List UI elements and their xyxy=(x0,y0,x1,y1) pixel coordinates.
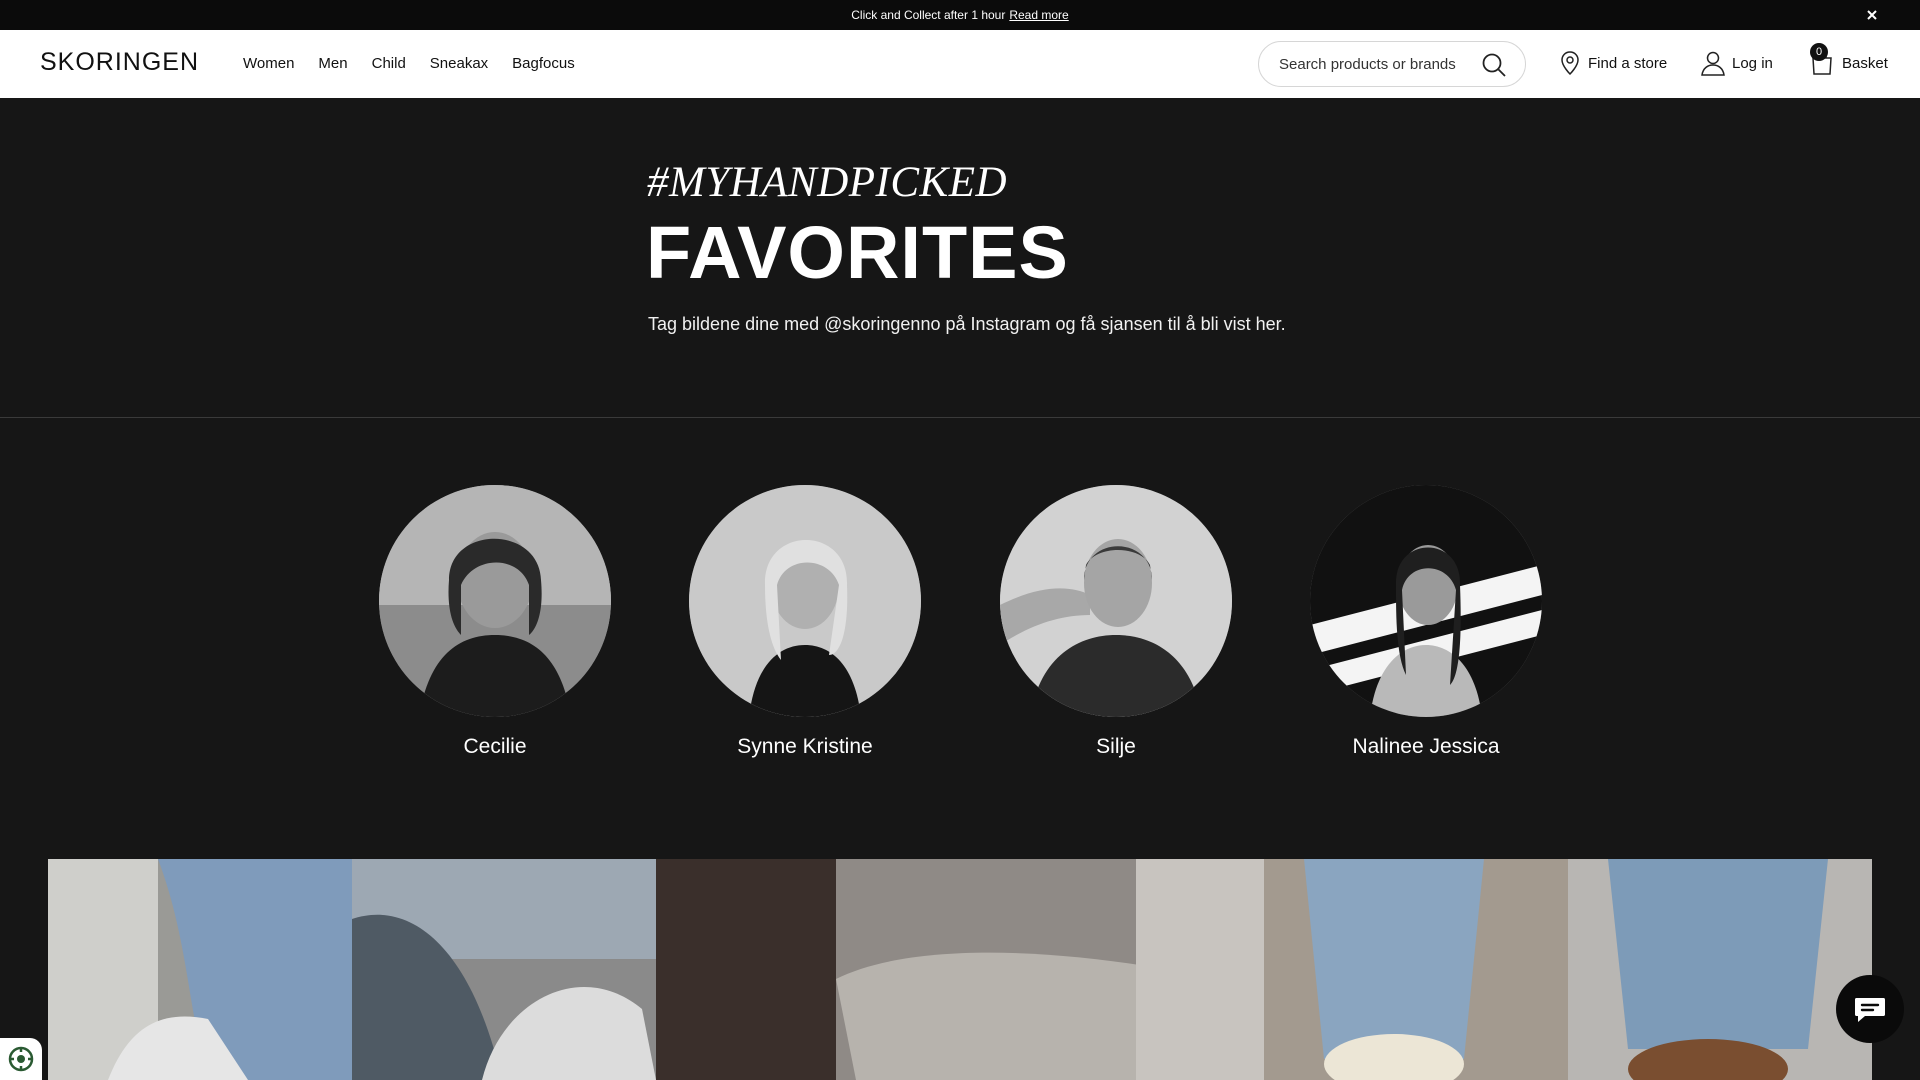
login-link[interactable]: Log in xyxy=(1700,50,1773,76)
announcement-bar: Click and Collect after 1 hour Read more xyxy=(0,0,1920,30)
basket-label: Basket xyxy=(1842,54,1888,72)
influencer-list: Cecilie Synne Kristine Silje Nalinee Jes… xyxy=(0,485,1920,765)
close-icon[interactable] xyxy=(1864,7,1880,23)
hero-text: Tag bildene dine med @skoringenno på Ins… xyxy=(648,314,1286,334)
instagram-post[interactable] xyxy=(656,859,1264,1080)
influencer-name: Silje xyxy=(1096,735,1136,758)
announcement-text: Click and Collect after 1 hour xyxy=(851,8,1006,22)
instagram-grid xyxy=(48,859,1872,1080)
influencer-name: Cecilie xyxy=(463,735,527,758)
influencer-card[interactable]: Cecilie xyxy=(379,485,611,759)
hero-title: FAVORITES xyxy=(646,211,1069,294)
influencer-name: Synne Kristine xyxy=(737,735,873,758)
chat-bubble-icon xyxy=(1855,998,1885,1022)
cookie-settings-icon xyxy=(8,1046,34,1072)
nav-men[interactable]: Men xyxy=(318,55,347,72)
search-input[interactable] xyxy=(1279,55,1469,73)
search-icon[interactable] xyxy=(1481,52,1507,78)
read-more-link[interactable]: Read more xyxy=(1009,8,1068,22)
nav-bagfocus[interactable]: Bagfocus xyxy=(512,55,575,72)
influencer-card[interactable]: Silje xyxy=(1000,485,1232,759)
basket-count-badge: 0 xyxy=(1810,43,1828,61)
influencer-card[interactable]: Nalinee Jessica xyxy=(1310,485,1542,759)
hero-hashtag: #MYHANDPICKED xyxy=(647,159,1008,206)
basket-icon-wrap: 0 xyxy=(1810,43,1836,76)
nav-child[interactable]: Child xyxy=(372,55,406,72)
nav-women[interactable]: Women xyxy=(243,55,294,72)
find-store-label: Find a store xyxy=(1588,54,1668,72)
main-nav: Women Men Child Sneakax Bagfocus xyxy=(243,55,599,72)
avatar xyxy=(379,485,611,717)
instagram-post[interactable] xyxy=(1264,859,1568,1080)
instagram-post[interactable] xyxy=(1568,859,1872,1080)
login-label: Log in xyxy=(1732,54,1773,72)
avatar xyxy=(689,485,921,717)
avatar xyxy=(1310,485,1542,717)
logo[interactable]: SKORINGEN xyxy=(40,48,199,77)
avatar xyxy=(1000,485,1232,717)
chat-button[interactable] xyxy=(1836,975,1904,1043)
influencer-name: Nalinee Jessica xyxy=(1352,735,1500,758)
basket-link[interactable]: 0 Basket xyxy=(1810,43,1888,76)
site-header: SKORINGEN Women Men Child Sneakax Bagfoc… xyxy=(0,30,1920,98)
influencer-card[interactable]: Synne Kristine xyxy=(689,485,921,759)
instagram-post[interactable] xyxy=(352,859,656,1080)
user-icon xyxy=(1701,51,1725,76)
location-pin-icon xyxy=(1561,51,1579,76)
search-box xyxy=(1258,41,1526,87)
instagram-post[interactable] xyxy=(48,859,352,1080)
hero-section: #MYHANDPICKED FAVORITES Tag bildene dine… xyxy=(0,98,1920,418)
nav-sneakax[interactable]: Sneakax xyxy=(430,55,488,72)
find-store-link[interactable]: Find a store xyxy=(1558,50,1667,76)
cookie-settings-button[interactable] xyxy=(0,1038,42,1080)
